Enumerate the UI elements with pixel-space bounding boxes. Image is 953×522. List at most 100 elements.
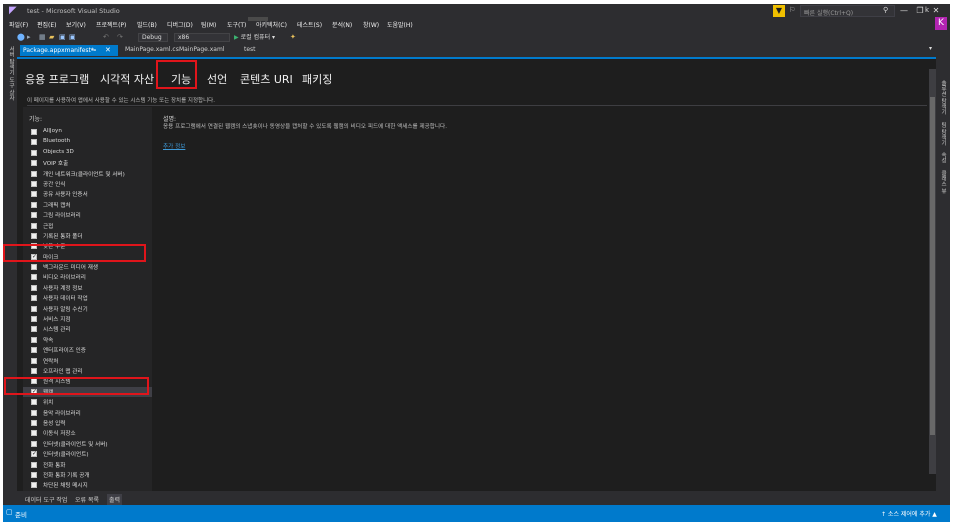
capability-item[interactable]: 오프라인 맵 관리 — [23, 366, 152, 376]
capability-item[interactable]: 백그라운드 미디어 재생 — [23, 262, 152, 272]
close-icon[interactable]: ✕ — [930, 5, 942, 17]
capability-item[interactable]: 공간 인식 — [23, 179, 152, 189]
capability-checkbox[interactable] — [31, 222, 37, 229]
capability-item[interactable]: VOIP 호출 — [23, 158, 152, 168]
flame-icon[interactable]: ✦ — [290, 33, 296, 41]
capability-item[interactable]: 인터넷(클라이언트 및 서버) — [23, 439, 152, 449]
capability-item[interactable]: 기록된 통화 폴더 — [23, 231, 152, 241]
capability-checkbox[interactable] — [31, 129, 37, 135]
tab-packaging[interactable]: 패키징 — [302, 71, 332, 87]
capability-checkbox[interactable] — [31, 399, 37, 406]
capability-item[interactable]: Objects 3D — [23, 148, 152, 158]
capability-item[interactable]: 사용자 데이터 작업 — [23, 293, 152, 303]
capability-checkbox[interactable] — [31, 232, 37, 239]
capability-item[interactable]: 인터넷(클라이언트) — [23, 449, 152, 459]
capability-item[interactable]: Bluetooth — [23, 137, 152, 147]
capability-item[interactable]: 엔터프라이즈 인증 — [23, 345, 152, 355]
capability-item[interactable]: 사용자 알림 수신기 — [23, 304, 152, 314]
capability-item[interactable]: 전화 통화 — [23, 460, 152, 470]
configuration-select[interactable]: Debug — [138, 33, 168, 42]
capability-checkbox[interactable] — [31, 139, 37, 146]
notification-flag-icon[interactable]: ▼ — [773, 5, 785, 17]
quick-launch-input[interactable]: 빠른 실행(Ctrl+Q) — [800, 5, 895, 17]
capability-item[interactable]: 공유 사용자 인증서 — [23, 189, 152, 199]
capability-checkbox[interactable] — [31, 482, 37, 489]
server-explorer-tab[interactable]: 서버 탐색기 도구 상자 — [7, 46, 15, 101]
save-all-icon[interactable]: ▣ — [69, 33, 76, 41]
pin-icon[interactable]: ⊸ — [91, 45, 96, 56]
capability-checkbox[interactable] — [31, 461, 37, 468]
capability-checkbox[interactable] — [31, 347, 37, 354]
capability-item[interactable]: 전화 통화 기록 공개 — [23, 470, 152, 480]
capability-item[interactable]: 개인 네트워크(클라이언트 및 서버) — [23, 169, 152, 179]
capability-checkbox[interactable] — [31, 201, 37, 208]
capability-item[interactable]: 음성 입력 — [23, 418, 152, 428]
capability-item[interactable]: 시스템 관리 — [23, 324, 152, 334]
capability-item[interactable]: 약속 — [23, 335, 152, 345]
tab-package-manifest[interactable]: Package.appxmanifest* ⊸ ✕ — [20, 45, 118, 56]
menu-test[interactable]: 테스트(S) — [297, 20, 322, 29]
capability-checkbox[interactable] — [31, 471, 37, 478]
menu-view[interactable]: 보기(V) — [66, 20, 86, 29]
menu-tools[interactable]: 도구(T) — [227, 20, 246, 29]
tab-error-list[interactable]: 오류 목록 — [75, 495, 99, 504]
class-view-tab[interactable]: 클래스 뷰 — [939, 170, 947, 194]
capability-checkbox[interactable] — [31, 336, 37, 343]
capability-item[interactable]: 차단된 채팅 메시지 — [23, 480, 152, 490]
tab-mainpage-xaml-cs[interactable]: MainPage.xaml.cs — [125, 46, 179, 53]
user-name[interactable]: k — [925, 6, 929, 14]
capability-checkbox[interactable] — [31, 295, 37, 302]
capability-checkbox[interactable] — [31, 170, 37, 177]
undo-icon[interactable]: ↶ — [103, 33, 109, 41]
capability-item[interactable]: 사용자 계정 정보 — [23, 283, 152, 293]
capability-item[interactable]: 비디오 라이브러리 — [23, 272, 152, 282]
new-project-icon[interactable]: ▦ — [39, 33, 46, 41]
capability-item[interactable]: AllJoyn — [23, 127, 152, 137]
tab-declarations[interactable]: 선언 — [207, 71, 227, 87]
capability-item[interactable]: 음악 라이브러리 — [23, 408, 152, 418]
capability-checkbox[interactable] — [31, 160, 37, 167]
tab-output[interactable]: 출력 — [107, 494, 123, 505]
scrollbar-thumb[interactable] — [930, 97, 935, 435]
capability-checkbox[interactable] — [31, 212, 37, 219]
tab-content-uris[interactable]: 콘텐츠 URI — [240, 71, 293, 87]
capability-checkbox[interactable] — [31, 180, 37, 187]
capability-checkbox[interactable] — [31, 191, 37, 198]
menu-debug[interactable]: 디버그(D) — [167, 20, 193, 29]
capability-checkbox[interactable] — [31, 326, 37, 333]
tab-mainpage-xaml[interactable]: MainPage.xaml — [179, 46, 225, 53]
capability-checkbox[interactable] — [31, 316, 37, 323]
menu-build[interactable]: 빌드(B) — [137, 20, 157, 29]
capability-checkbox[interactable] — [31, 440, 37, 447]
tab-visual-assets[interactable]: 시각적 자산 — [100, 71, 154, 87]
capability-checkbox[interactable] — [31, 367, 37, 374]
solution-explorer-tab[interactable]: 솔루션 탐색기 — [939, 80, 947, 115]
more-info-link[interactable]: 추가 정보 — [163, 142, 185, 150]
redo-icon[interactable]: ↷ — [117, 33, 123, 41]
close-tab-icon[interactable]: ✕ — [105, 45, 111, 56]
platform-select[interactable]: x86 — [174, 33, 230, 42]
chevron-down-icon[interactable]: ▾ — [929, 45, 932, 52]
avatar[interactable]: K — [935, 17, 947, 30]
menu-help[interactable]: 도움말(H) — [387, 20, 413, 29]
menu-architecture[interactable]: 아키텍처(C) — [256, 20, 287, 29]
capability-checkbox[interactable] — [31, 430, 37, 437]
menu-edit[interactable]: 편집(E) — [37, 20, 57, 29]
menu-file[interactable]: 파일(F) — [9, 20, 28, 29]
feedback-icon[interactable]: ⚐ — [789, 6, 795, 14]
properties-tab[interactable]: 속성 — [939, 152, 947, 163]
save-icon[interactable]: ▣ — [59, 33, 66, 41]
menu-window[interactable]: 창(W) — [363, 20, 379, 29]
capability-checkbox[interactable] — [31, 149, 37, 156]
capability-checkbox[interactable] — [31, 274, 37, 281]
capability-checkbox[interactable] — [31, 450, 37, 458]
open-file-icon[interactable]: ▰ — [49, 33, 54, 41]
back-icon[interactable]: ⬤ — [17, 33, 25, 41]
capability-checkbox[interactable] — [31, 284, 37, 291]
add-to-source-control-button[interactable]: ↑ 소스 제어에 추가 ▲ — [881, 509, 937, 518]
team-explorer-tab[interactable]: 팀 탐색기 — [939, 122, 947, 146]
tab-test[interactable]: test — [244, 46, 256, 53]
capability-checkbox[interactable] — [31, 357, 37, 364]
capability-item[interactable]: 위치 — [23, 397, 152, 407]
minimize-icon[interactable]: — — [898, 5, 910, 17]
